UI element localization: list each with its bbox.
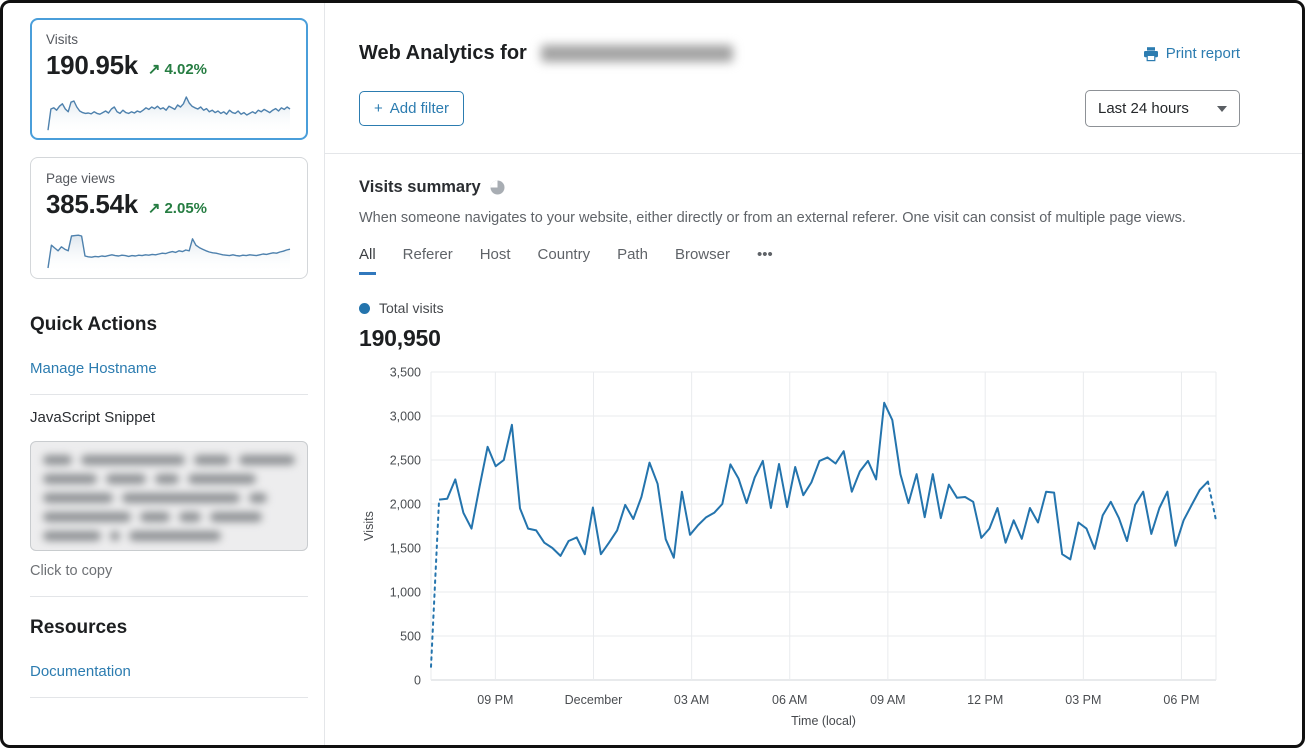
y-tick-label: 3,500 xyxy=(390,366,421,380)
legend-dot-icon xyxy=(359,303,370,314)
page-title: Web Analytics for xyxy=(359,42,733,65)
x-axis-title: Time (local) xyxy=(791,714,856,728)
tab-browser[interactable]: Browser xyxy=(675,246,730,275)
y-tick-label: 1,500 xyxy=(390,542,421,556)
y-tick-label: 3,000 xyxy=(390,410,421,424)
javascript-snippet-label: JavaScript Snippet xyxy=(30,409,308,426)
y-tick-label: 0 xyxy=(414,674,421,688)
y-tick-label: 2,000 xyxy=(390,498,421,512)
metric-change: ↗4.02% xyxy=(148,60,207,78)
trend-up-icon: ↗ xyxy=(148,60,161,78)
time-range-value: Last 24 hours xyxy=(1098,100,1189,117)
summary-tabs: All Referer Host Country Path Browser ••• xyxy=(359,246,1240,275)
visits-sparkline xyxy=(46,86,292,134)
x-tick-label: 03 AM xyxy=(674,693,709,707)
print-report-link[interactable]: Print report xyxy=(1143,45,1240,62)
click-to-copy-hint: Click to copy xyxy=(30,563,308,579)
page-views-sparkline xyxy=(46,225,292,273)
legend-label: Total visits xyxy=(379,300,444,316)
printer-icon xyxy=(1143,46,1159,62)
metric-change: ↗2.05% xyxy=(148,199,207,217)
trend-up-icon: ↗ xyxy=(148,199,161,217)
chart-container: 0 500 1,000 1,500 2,000 2,500 3,000 3,500 09 PM D… xyxy=(359,364,1240,733)
pie-chart-icon xyxy=(490,180,505,195)
main-panel: Web Analytics for Print report + Add fil… xyxy=(325,0,1302,745)
header-divider xyxy=(325,153,1302,154)
tab-country[interactable]: Country xyxy=(538,246,591,275)
metric-value: 385.54k xyxy=(46,189,138,220)
resources-heading: Resources xyxy=(30,617,308,639)
x-tick-label: 06 PM xyxy=(1163,693,1199,707)
documentation-link[interactable]: Documentation xyxy=(30,663,308,680)
y-tick-label: 1,000 xyxy=(390,586,421,600)
y-axis-title: Visits xyxy=(362,511,376,541)
visits-summary-title: Visits summary xyxy=(359,178,481,197)
tab-all[interactable]: All xyxy=(359,246,376,275)
time-range-select[interactable]: Last 24 hours xyxy=(1085,90,1240,127)
metric-label: Page views xyxy=(46,171,292,186)
x-tick-label: 12 PM xyxy=(967,693,1003,707)
add-filter-button[interactable]: + Add filter xyxy=(359,91,464,126)
quick-actions-heading: Quick Actions xyxy=(30,314,308,336)
divider xyxy=(30,394,308,395)
x-tick-label: 09 AM xyxy=(870,693,905,707)
chevron-down-icon xyxy=(1217,106,1227,112)
plus-icon: + xyxy=(374,100,383,117)
tab-path[interactable]: Path xyxy=(617,246,648,275)
tab-more[interactable]: ••• xyxy=(757,246,773,275)
visits-summary-description: When someone navigates to your website, … xyxy=(359,210,1240,226)
metric-value: 190.95k xyxy=(46,50,138,81)
total-visits-value: 190,950 xyxy=(359,325,1240,352)
manage-hostname-link[interactable]: Manage Hostname xyxy=(30,360,308,377)
x-tick-label: 09 PM xyxy=(477,693,513,707)
metric-card-page-views[interactable]: Page views 385.54k ↗2.05% xyxy=(30,157,308,279)
y-tick-label: 500 xyxy=(400,630,421,644)
metric-label: Visits xyxy=(46,32,292,47)
divider xyxy=(30,697,308,698)
y-tick-label: 2,500 xyxy=(390,454,421,468)
redacted-domain xyxy=(541,45,733,62)
tab-host[interactable]: Host xyxy=(480,246,511,275)
x-tick-label: December xyxy=(565,693,623,707)
divider xyxy=(30,596,308,597)
tab-referer[interactable]: Referer xyxy=(403,246,453,275)
sidebar: Visits 190.95k ↗4.02% Page views 385.54k… xyxy=(30,18,308,698)
x-tick-label: 03 PM xyxy=(1065,693,1101,707)
chart-legend: Total visits xyxy=(359,300,1240,316)
x-tick-label: 06 AM xyxy=(772,693,807,707)
redacted-code xyxy=(43,455,295,541)
metric-card-visits[interactable]: Visits 190.95k ↗4.02% xyxy=(30,18,308,140)
javascript-snippet-box[interactable] xyxy=(30,441,308,551)
visits-line-chart: 0 500 1,000 1,500 2,000 2,500 3,000 3,500 09 PM D… xyxy=(359,364,1239,728)
